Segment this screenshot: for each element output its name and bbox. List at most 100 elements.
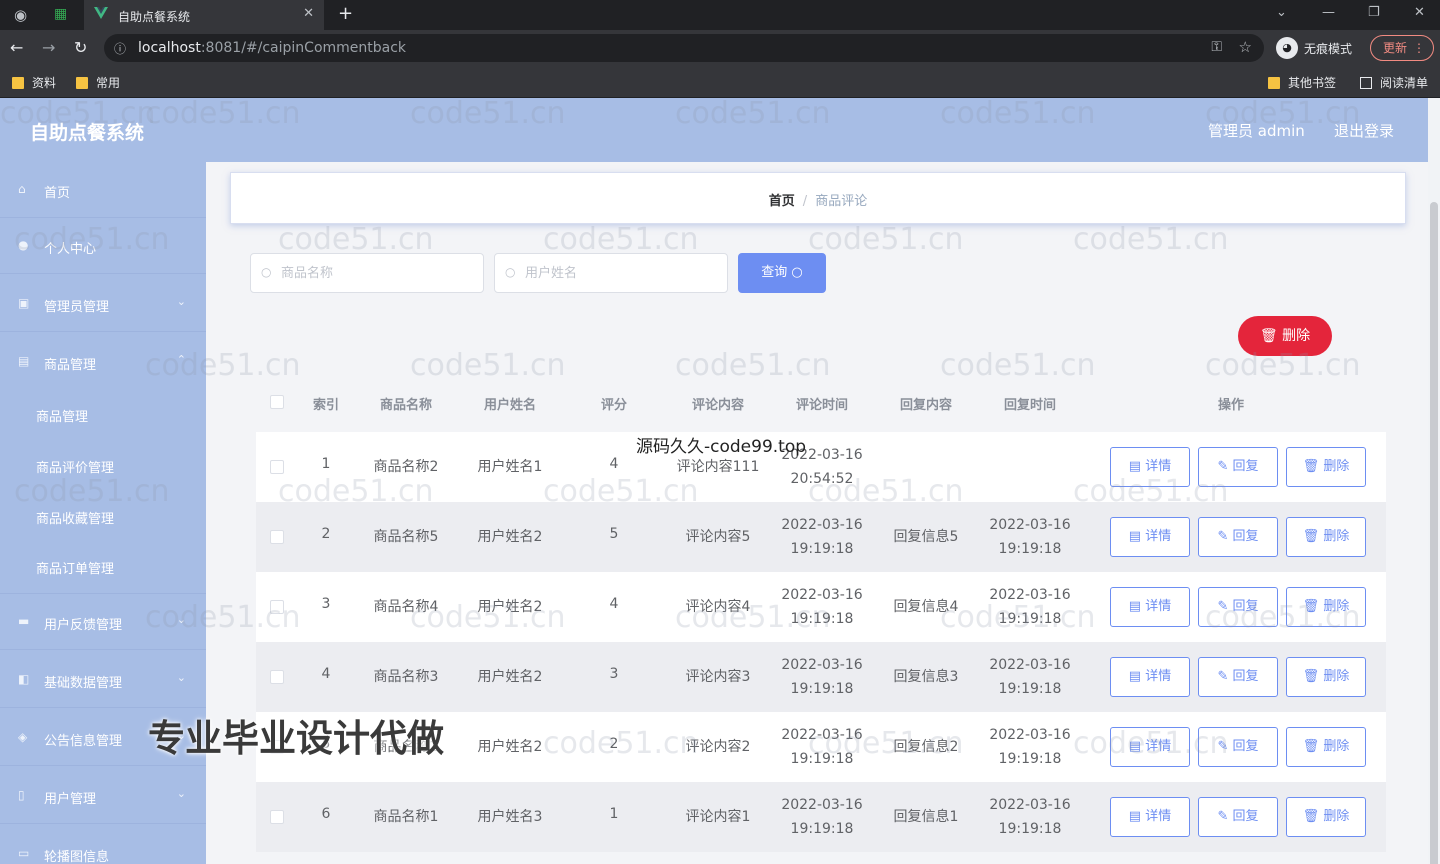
browser-menu-icon[interactable]: ◉: [14, 6, 27, 24]
user-name-search[interactable]: ○: [494, 253, 728, 293]
search-icon: ○: [505, 265, 516, 279]
cell-goods: 商品名称2: [373, 459, 439, 475]
key-icon[interactable]: ⚿: [1211, 39, 1222, 55]
delete-button[interactable]: 🗑 删除: [1286, 447, 1366, 487]
delete-label: 删除: [1323, 599, 1350, 614]
row-checkbox[interactable]: [270, 670, 284, 684]
reply-button[interactable]: ✎ 回复: [1198, 657, 1278, 697]
window-close-icon[interactable]: ✕: [1414, 5, 1425, 20]
sidebar-item-basic[interactable]: ◧ 基础数据管理 ⌄: [0, 652, 206, 708]
sidebar-item-label: 用户管理: [44, 792, 97, 807]
detail-label: 详情: [1145, 809, 1172, 824]
reload-icon[interactable]: ↻: [74, 38, 87, 57]
reply-button[interactable]: ✎ 回复: [1198, 447, 1278, 487]
url-bar[interactable]: ⓘ localhost:8081/#/caipinCommentback ⚿ ☆: [104, 34, 1264, 62]
sidebar-item-user[interactable]: ▯ 用户管理 ⌄: [0, 768, 206, 824]
row-checkbox[interactable]: [270, 810, 284, 824]
sidebar-item-label: 轮播图信息: [44, 850, 110, 864]
batch-delete-button[interactable]: 🗑 删除: [1238, 316, 1332, 356]
reply-button[interactable]: ✎ 回复: [1198, 517, 1278, 557]
detail-button[interactable]: ▤ 详情: [1110, 517, 1190, 557]
reply-label: 回复: [1232, 599, 1259, 614]
trash-icon: 🗑: [1302, 669, 1320, 684]
detail-label: 详情: [1145, 459, 1172, 474]
reply-label: 回复: [1232, 739, 1259, 754]
goods-icon: ▤: [18, 354, 30, 368]
forward-icon[interactable]: →: [42, 38, 55, 57]
reply-button[interactable]: ✎ 回复: [1198, 587, 1278, 627]
cell-time: 2022-03-16 19:19:18: [772, 513, 872, 561]
user-name-input[interactable]: [525, 263, 715, 283]
sidebar-subitem-goods-favorite[interactable]: 商品收藏管理: [0, 492, 206, 542]
detail-button[interactable]: ▤ 详情: [1110, 447, 1190, 487]
delete-button[interactable]: 🗑 删除: [1286, 657, 1366, 697]
restore-icon[interactable]: ❐: [1368, 5, 1380, 20]
sidebar-item-admin[interactable]: ▣ 管理员管理 ⌄: [0, 276, 206, 332]
minimize-icon[interactable]: —: [1322, 5, 1335, 20]
update-button[interactable]: 更新 ⋮: [1370, 35, 1434, 61]
close-icon[interactable]: ✕: [303, 6, 314, 21]
cell-goods: 商品名称3: [373, 669, 439, 685]
reading-list[interactable]: 阅读清单: [1360, 74, 1428, 91]
user-icon: ●: [18, 238, 29, 252]
bookmark-folder-0[interactable]: 资料: [12, 74, 56, 91]
select-all-checkbox[interactable]: [270, 395, 284, 409]
breadcrumb-home[interactable]: 首页: [769, 194, 795, 209]
table-row: 3 商品名称4 用户姓名2 4 评论内容4 2022-03-16 19:19:18 回复信息4…: [256, 572, 1386, 642]
search-icon: ○: [791, 265, 803, 280]
scrollbar-thumb[interactable]: [1430, 202, 1438, 864]
delete-button[interactable]: 🗑 删除: [1286, 587, 1366, 627]
delete-label: 删除: [1323, 669, 1350, 684]
bookmark-folder-1[interactable]: 常用: [76, 74, 120, 91]
detail-button[interactable]: ▤ 详情: [1110, 657, 1190, 697]
back-icon[interactable]: ←: [10, 38, 23, 57]
cell-time-clock: 19:19:18: [790, 541, 854, 557]
url-text[interactable]: localhost:8081/#/caipinCommentback: [138, 40, 406, 56]
app-icon[interactable]: ▦: [54, 6, 67, 22]
data-icon: ◧: [18, 672, 30, 686]
row-checkbox[interactable]: [270, 600, 284, 614]
logout-link[interactable]: 退出登录: [1334, 120, 1394, 141]
goods-name-search[interactable]: ○: [250, 253, 484, 293]
cell-content: 评论内容111: [676, 459, 760, 475]
row-checkbox[interactable]: [270, 530, 284, 544]
reply-button[interactable]: ✎ 回复: [1198, 797, 1278, 837]
trash-icon: 🗑: [1259, 328, 1278, 344]
reply-button[interactable]: ✎ 回复: [1198, 727, 1278, 767]
sidebar-item-carousel[interactable]: ▭ 轮播图信息: [0, 826, 206, 864]
sidebar-subitem-goods-review[interactable]: 商品评价管理: [0, 441, 206, 491]
sidebar-subitem-goods[interactable]: 商品管理: [0, 390, 206, 440]
sidebar-subitem-goods-order[interactable]: 商品订单管理: [0, 542, 206, 594]
delete-button[interactable]: 🗑 删除: [1286, 727, 1366, 767]
star-icon[interactable]: ☆: [1239, 38, 1252, 56]
row-checkbox[interactable]: [270, 460, 284, 474]
incognito-icon: ◕: [1276, 37, 1298, 59]
cell-reply-time: 2022-03-16 19:19:18: [980, 583, 1080, 631]
breadcrumb-separator: /: [802, 194, 808, 209]
sidebar-item-feedback[interactable]: ▬ 用户反馈管理 ⌄: [0, 594, 206, 650]
incognito-indicator[interactable]: ◕ 无痕模式: [1276, 36, 1352, 60]
chevron-down-icon: ⌄: [176, 671, 186, 684]
new-tab-icon[interactable]: +: [338, 3, 353, 24]
sidebar-item-home[interactable]: ⌂ 首页: [0, 162, 206, 218]
info-icon[interactable]: ⓘ: [114, 40, 126, 57]
bookmark-label: 阅读清单: [1380, 76, 1429, 90]
query-button[interactable]: 查询 ○: [738, 253, 826, 293]
admin-icon: ▣: [18, 296, 30, 310]
bookmark-other[interactable]: 其他书签: [1268, 74, 1336, 91]
cell-reply: 回复信息3: [893, 669, 959, 685]
scrollbar-track[interactable]: [1428, 98, 1440, 864]
table-header: 索引 商品名称 用户姓名 评分 评论内容 评论时间 回复内容 回复时间 操作: [256, 372, 1386, 432]
detail-button[interactable]: ▤ 详情: [1110, 587, 1190, 627]
sidebar-item-goods[interactable]: ▤ 商品管理 ⌃: [0, 334, 206, 390]
chevron-down-icon[interactable]: ⌄: [1276, 5, 1287, 20]
browser-tab-active[interactable]: 自助点餐系统 ✕: [84, 0, 324, 30]
goods-name-input[interactable]: [281, 263, 471, 283]
delete-button[interactable]: 🗑 删除: [1286, 797, 1366, 837]
sidebar-item-profile[interactable]: ● 个人中心: [0, 218, 206, 274]
detail-button[interactable]: ▤ 详情: [1110, 727, 1190, 767]
delete-button[interactable]: 🗑 删除: [1286, 517, 1366, 557]
cell-content: 评论内容1: [685, 809, 751, 825]
detail-button[interactable]: ▤ 详情: [1110, 797, 1190, 837]
cell-time-date: 2022-03-16: [781, 797, 863, 813]
